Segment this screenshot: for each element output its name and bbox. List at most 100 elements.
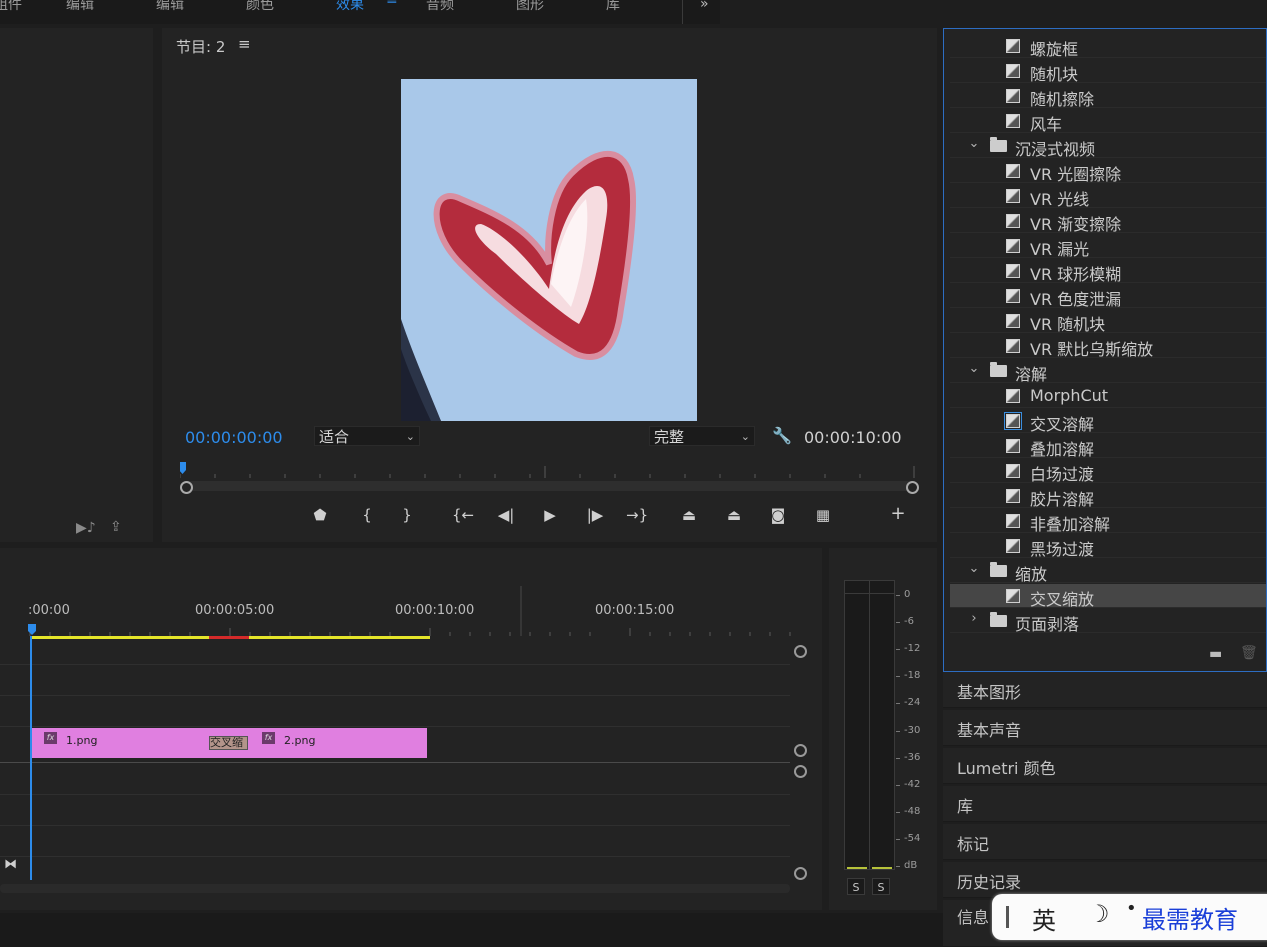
effects-item[interactable]: 随机块 (950, 59, 1266, 84)
effects-folder[interactable]: ⌄ 缩放 (950, 559, 1266, 584)
transition-preset-icon (1006, 214, 1020, 228)
moon-icon[interactable]: ☽ (1088, 900, 1110, 928)
monitor-time-ruler[interactable] (179, 462, 916, 478)
transition-preset-icon (1006, 239, 1020, 253)
effects-folder[interactable]: › 页面剥落 (950, 609, 1266, 634)
effects-item[interactable]: 叠加溶解 (950, 434, 1266, 459)
punctuation-icon[interactable]: • (1126, 898, 1137, 919)
clip-2[interactable]: fx 2.png (229, 728, 427, 758)
playhead-line[interactable] (30, 636, 32, 880)
effects-item[interactable]: VR 光圈擦除 (950, 159, 1266, 184)
zoom-scrollbar[interactable] (184, 481, 914, 491)
panel-markers[interactable]: 标记 (943, 824, 1267, 860)
tab-editing[interactable]: 编辑 (66, 0, 94, 14)
step-forward-icon[interactable]: |▶ (584, 506, 606, 524)
transition-preset-icon (1004, 412, 1022, 430)
effects-item[interactable]: 风车 (950, 109, 1266, 134)
timeline-ruler[interactable] (0, 584, 800, 640)
scrollbar-left-handle[interactable] (180, 481, 193, 494)
audio-scroll-bottom-handle[interactable] (794, 867, 807, 880)
lift-icon[interactable]: ⏏ (678, 506, 700, 524)
scrollbar-right-handle[interactable] (906, 481, 919, 494)
effects-item[interactable]: 黑场过渡 (950, 534, 1266, 559)
effects-item[interactable]: 非叠加溶解 (950, 509, 1266, 534)
panel-essential-graphics[interactable]: 基本图形 (943, 672, 1267, 708)
panel-menu-icon[interactable]: ≡ (238, 35, 251, 53)
delete-trash-icon[interactable]: 🗑 (1240, 645, 1258, 661)
meter-scale-tick (896, 866, 900, 867)
quality-select-value: 完整 (654, 428, 685, 446)
playback-quality-select[interactable]: 完整 ⌄ (649, 426, 755, 446)
effects-panel: 螺旋框 随机块 随机擦除 风车 ⌄ 沉浸式视频 VR 光圈擦除 VR 光线 VR 渐变擦除 VR … (943, 28, 1267, 672)
effects-item[interactable]: 螺旋框 (950, 34, 1266, 59)
audio-scroll-top-handle[interactable] (794, 765, 807, 778)
meter-scale-tick (896, 622, 900, 623)
tab-effects[interactable]: 效果 (336, 0, 364, 14)
effects-item[interactable]: 随机擦除 (950, 84, 1266, 109)
compare-view-icon[interactable]: ▦ (812, 506, 834, 524)
program-title: 节目: 2 (176, 38, 226, 56)
video-scroll-top-handle[interactable] (794, 645, 807, 658)
export-frame-camera-icon[interactable]: ◙ (767, 506, 789, 524)
transition-cross-zoom[interactable]: 交叉缩 (209, 736, 248, 750)
transition-preset-icon (1006, 314, 1020, 328)
wrench-icon[interactable]: 🔧 (772, 426, 792, 445)
effects-item[interactable]: VR 漏光 (950, 234, 1266, 259)
panel-libraries[interactable]: 库 (943, 786, 1267, 822)
horizontal-scrollbar[interactable] (0, 884, 790, 893)
more-workspaces-icon[interactable]: » (700, 0, 709, 12)
zoom-select[interactable]: 适合 ⌄ (314, 426, 420, 446)
playhead-handle (28, 624, 36, 635)
clip-1[interactable]: fx 1.png (31, 728, 229, 758)
fx-badge-icon: fx (262, 732, 275, 744)
video-scroll-bottom-handle[interactable] (794, 744, 807, 757)
mark-out-icon[interactable]: } (396, 506, 418, 524)
go-to-out-icon[interactable]: →} (626, 506, 648, 524)
new-bin-folder-icon[interactable]: ▬ (1209, 646, 1222, 662)
effects-folder[interactable]: ⌄ 沉浸式视频 (950, 134, 1266, 159)
tab-libraries[interactable]: 库 (606, 0, 620, 14)
audio-meter: 0 -6 -12 -18 -24 -30 -36 -42 -48 -54 dB S S (829, 548, 937, 910)
tab-audio[interactable]: 音频 (426, 0, 454, 14)
solo-right-button[interactable]: S (872, 878, 890, 895)
tab-graphics[interactable]: 图形 (516, 0, 544, 14)
effects-item[interactable]: 交叉缩放 (950, 584, 1266, 609)
button-editor-plus-icon[interactable]: + (887, 503, 909, 524)
effects-item[interactable]: 白场过渡 (950, 459, 1266, 484)
effects-folder[interactable]: ⌄ 溶解 (950, 359, 1266, 384)
play-icon[interactable]: ▶ (539, 506, 561, 524)
effects-item[interactable]: VR 色度泄漏 (950, 284, 1266, 309)
current-timecode[interactable]: 00:00:00:00 (185, 428, 283, 447)
export-frame-icon[interactable]: ⇪ (110, 519, 122, 535)
tab-editing-2[interactable]: 编辑 (156, 0, 184, 14)
panel-essential-sound[interactable]: 基本声音 (943, 710, 1267, 746)
bowtie-icon[interactable]: ⧓ (4, 857, 17, 872)
chevron-right-icon[interactable]: › (967, 611, 981, 626)
ime-mode-toggle[interactable]: 英 (1032, 901, 1056, 936)
go-to-in-icon[interactable]: {← (452, 506, 474, 524)
chevron-down-icon[interactable]: ⌄ (967, 361, 981, 376)
effects-item[interactable]: MorphCut (950, 384, 1266, 408)
effects-item[interactable]: VR 球形模糊 (950, 259, 1266, 284)
effects-item[interactable]: 交叉溶解 (950, 409, 1266, 434)
effects-item[interactable]: VR 光线 (950, 184, 1266, 209)
tab-effects-menu-icon[interactable]: ≡ (386, 0, 398, 8)
step-back-icon[interactable]: ◀| (495, 506, 517, 524)
tab-assembly[interactable]: 组件 (0, 0, 22, 14)
extract-icon[interactable]: ⏏ (723, 506, 745, 524)
solo-left-button[interactable]: S (847, 878, 865, 895)
chevron-down-icon[interactable]: ⌄ (967, 136, 981, 151)
add-marker-icon[interactable]: ⬟ (309, 506, 331, 524)
ime-drag-handle[interactable] (1006, 906, 1009, 928)
panel-lumetri-color[interactable]: Lumetri 颜色 (943, 748, 1267, 784)
effects-item[interactable]: VR 渐变擦除 (950, 209, 1266, 234)
panel-history[interactable]: 历史记录 (943, 862, 1267, 898)
effects-item[interactable]: VR 随机块 (950, 309, 1266, 334)
effects-item[interactable]: VR 默比乌斯缩放 (950, 334, 1266, 359)
effects-item[interactable]: 胶片溶解 (950, 484, 1266, 509)
ime-toolbar: 英 ☽ • 最需教育 (992, 894, 1267, 940)
tab-color[interactable]: 颜色 (246, 0, 274, 14)
insert-audio-icon[interactable]: ▶♪ (76, 520, 96, 536)
chevron-down-icon[interactable]: ⌄ (967, 561, 981, 576)
mark-in-icon[interactable]: { (356, 506, 378, 524)
